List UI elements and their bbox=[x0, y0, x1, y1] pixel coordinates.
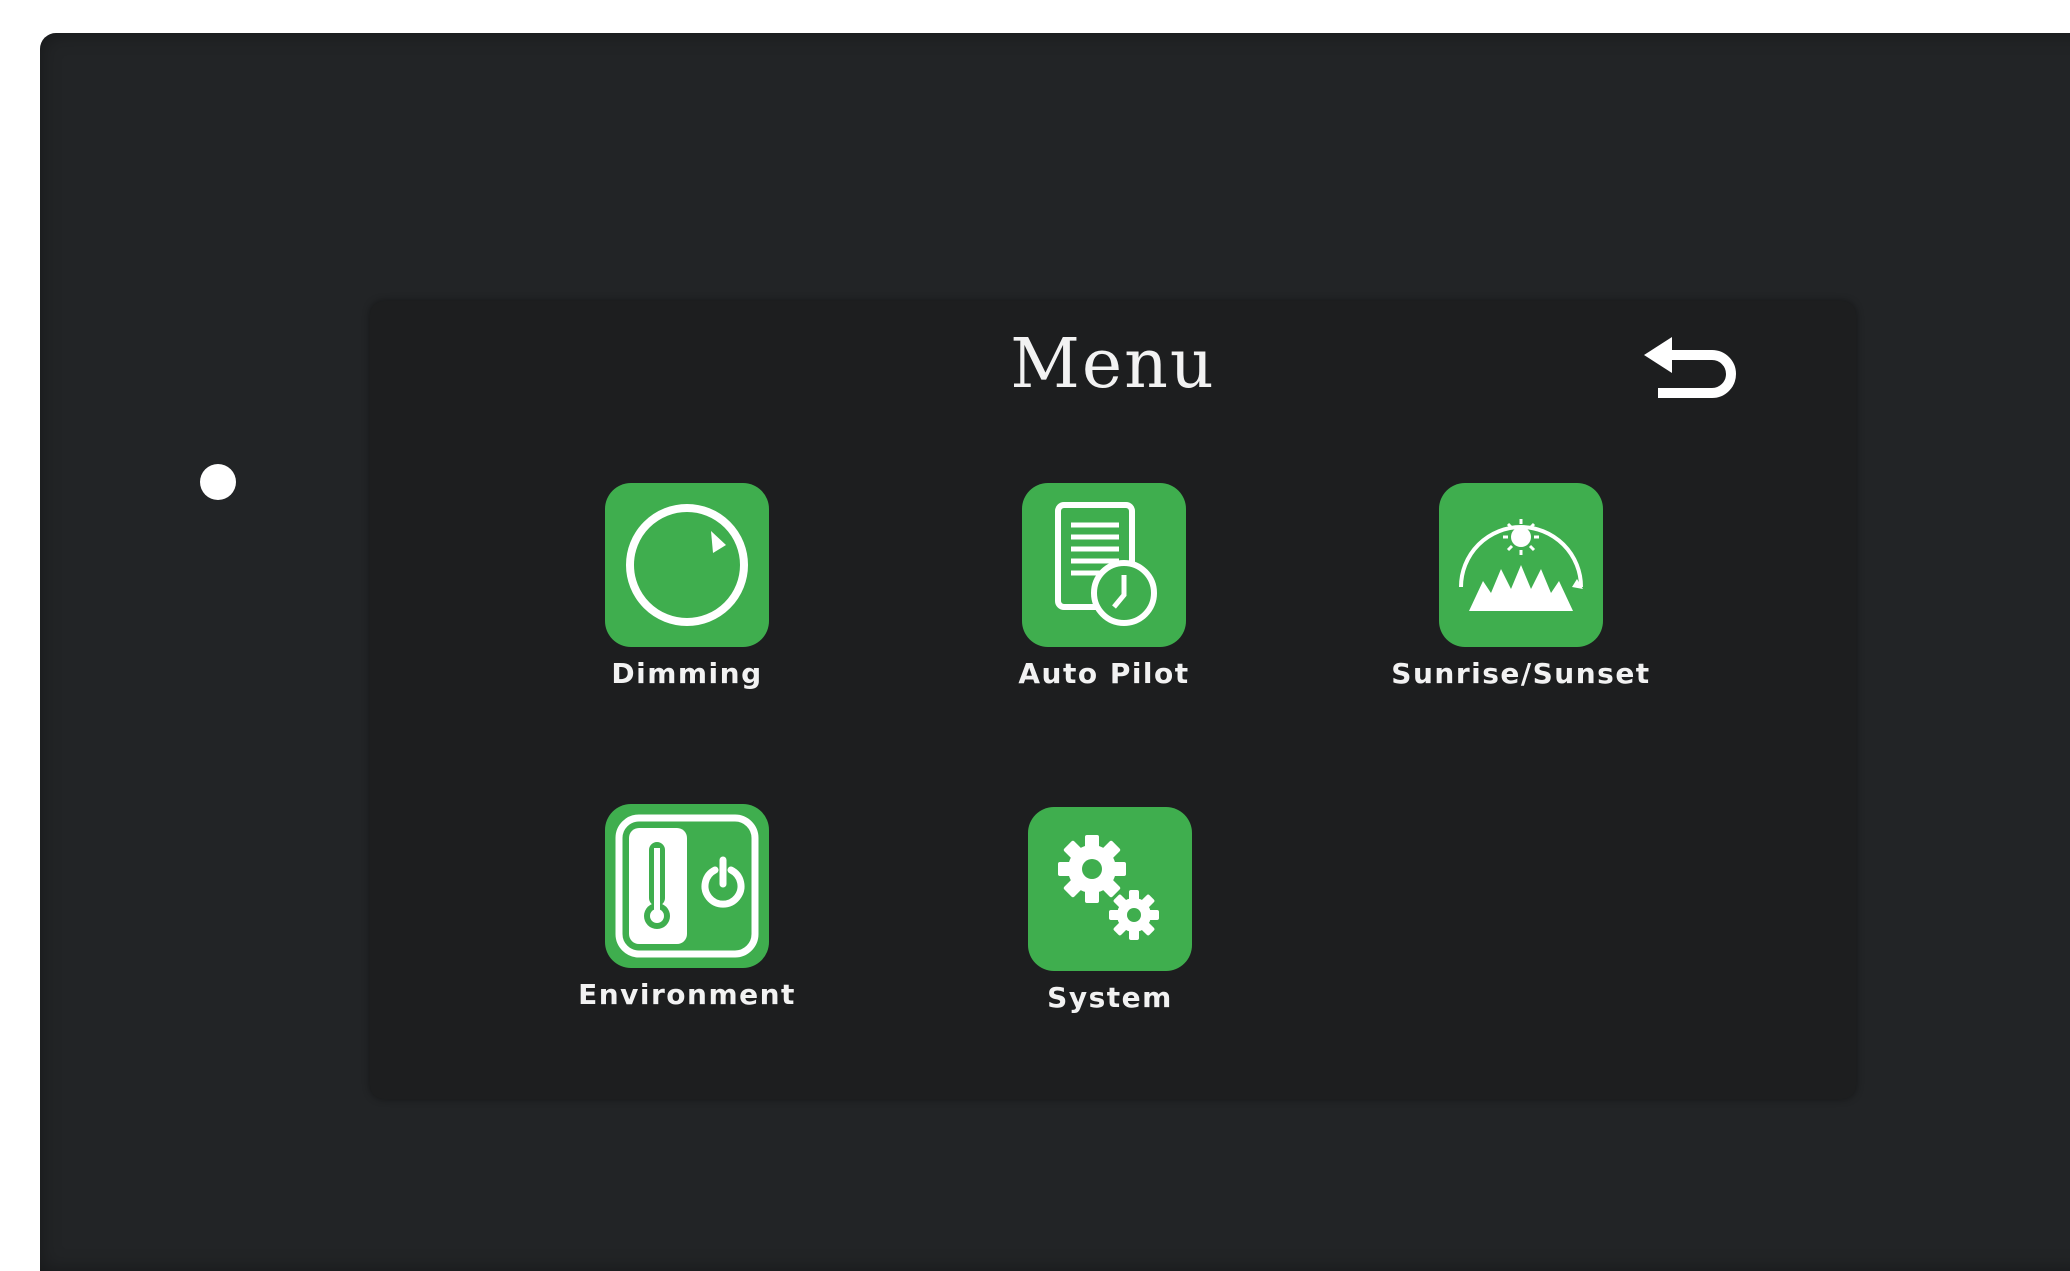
device-bezel: Menu Dimming Auto Pilot Sunrise/Sunset E… bbox=[40, 33, 2070, 1271]
back-button[interactable] bbox=[1642, 335, 1742, 405]
power-indicator-light bbox=[200, 464, 236, 500]
sun-over-landscape-icon bbox=[1439, 483, 1603, 647]
menu-label-dimming: Dimming bbox=[611, 657, 763, 690]
menu-label-sunrise-sunset: Sunrise/Sunset bbox=[1391, 657, 1651, 690]
back-arrow-icon bbox=[1644, 337, 1736, 398]
menu-label-environment: Environment bbox=[578, 978, 796, 1011]
menu-tile-system[interactable]: System bbox=[980, 807, 1240, 1014]
page-title: Menu bbox=[1010, 325, 1216, 404]
touch-screen: Menu Dimming Auto Pilot Sunrise/Sunset E… bbox=[370, 301, 1856, 1099]
menu-tile-sunrise-sunset[interactable]: Sunrise/Sunset bbox=[1391, 483, 1651, 690]
menu-label-auto-pilot: Auto Pilot bbox=[1018, 657, 1190, 690]
schedule-document-clock-icon bbox=[1022, 483, 1186, 647]
menu-label-system: System bbox=[1047, 981, 1173, 1014]
menu-tile-auto-pilot[interactable]: Auto Pilot bbox=[974, 483, 1234, 690]
menu-tile-dimming[interactable]: Dimming bbox=[557, 483, 817, 690]
thermometer-power-icon bbox=[605, 804, 769, 968]
gears-icon bbox=[1028, 807, 1192, 971]
menu-tile-environment[interactable]: Environment bbox=[557, 804, 817, 1011]
dial-icon bbox=[605, 483, 769, 647]
